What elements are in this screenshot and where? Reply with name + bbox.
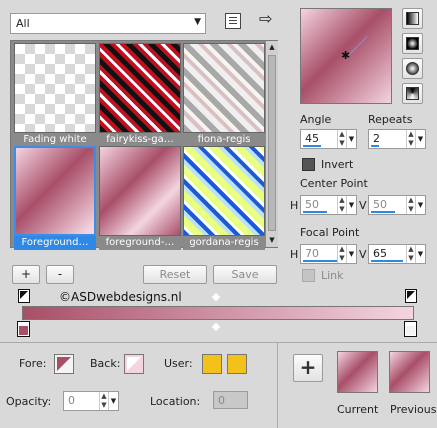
fore-color-swatch[interactable]: [54, 354, 74, 374]
gradient-thumb-fairykiss[interactable]: fairykiss-ga…: [99, 43, 181, 147]
bottom-vertical-divider: [277, 343, 278, 428]
user-color-swatch-1[interactable]: [202, 354, 222, 374]
spin-arrows-icon[interactable]: ▲ ▼: [337, 196, 346, 214]
spin-arrows-icon[interactable]: ▲ ▼: [406, 130, 415, 148]
gradient-gallery: Fading white fairykiss-ga… fiona-regis F…: [10, 40, 278, 250]
category-dropdown[interactable]: All ▼: [10, 13, 206, 34]
add-swatch-button[interactable]: +: [293, 354, 323, 382]
center-v-value: 50: [373, 198, 387, 211]
link-label: Link: [321, 269, 344, 282]
opacity-spinner[interactable]: 0 ▲ ▼ ▼: [63, 391, 119, 411]
gradient-thumb-fading-white[interactable]: Fading white: [14, 43, 96, 147]
location-input[interactable]: 0: [213, 391, 248, 409]
gradient-preview[interactable]: ✱: [300, 8, 392, 104]
opacity-value: 0: [68, 394, 75, 407]
spin-arrows-icon[interactable]: ▲ ▼: [337, 130, 346, 148]
center-point-marker-icon[interactable]: ✱: [341, 50, 350, 62]
spin-arrows-icon[interactable]: ▲ ▼: [99, 392, 108, 410]
midpoint-marker-top[interactable]: [211, 292, 221, 302]
remove-gradient-button[interactable]: -: [46, 265, 74, 284]
bottom-divider: [0, 342, 437, 343]
angle-label: Angle: [300, 113, 332, 126]
user-label: User:: [164, 357, 193, 370]
location-label: Location:: [150, 395, 201, 408]
gallery-scrollbar[interactable]: ▲ ▼: [266, 41, 278, 247]
gradient-name: gordana-regis: [183, 236, 265, 250]
transparency-stop-left-icon[interactable]: [18, 289, 30, 303]
gradient-name: fiona-regis: [183, 133, 265, 147]
center-v-spinner[interactable]: 50 ▲ ▼ ▼: [368, 195, 426, 215]
save-button[interactable]: Save: [213, 265, 277, 284]
center-h-value: 50: [305, 198, 319, 211]
spin-arrows-icon[interactable]: ▲ ▼: [337, 245, 346, 263]
scroll-thumb[interactable]: [268, 55, 276, 231]
chevron-down-icon: ▼: [194, 17, 201, 27]
linear-style-icon[interactable]: [402, 8, 423, 29]
scroll-down-icon[interactable]: ▼: [267, 235, 277, 245]
spin-arrows-icon[interactable]: ▲ ▼: [406, 196, 415, 214]
focal-v-label: V: [359, 248, 367, 261]
sunburst-style-icon[interactable]: [402, 58, 423, 79]
current-label: Current: [337, 403, 379, 416]
back-label: Back:: [90, 357, 121, 370]
focal-h-value: 70: [305, 247, 319, 260]
color-stop-foreground-icon[interactable]: [17, 321, 30, 337]
gradient-thumb-fiona[interactable]: fiona-regis: [183, 43, 265, 147]
gradient-name: Foreground…: [14, 236, 96, 250]
chevron-down-icon[interactable]: ▼: [415, 245, 425, 263]
color-stop-background-icon[interactable]: [404, 321, 417, 337]
chevron-down-icon[interactable]: ▼: [346, 245, 356, 263]
invert-label: Invert: [321, 158, 354, 171]
chevron-down-icon[interactable]: ▼: [346, 196, 356, 214]
invert-checkbox[interactable]: [302, 158, 315, 171]
gradient-thumb-gordana[interactable]: gordana-regis: [183, 146, 265, 250]
reset-button[interactable]: Reset: [143, 265, 207, 284]
export-arrow-icon[interactable]: ⇨: [259, 10, 277, 28]
focal-v-spinner[interactable]: 65 ▲ ▼ ▼: [368, 244, 426, 264]
user-color-swatch-2[interactable]: [227, 354, 247, 374]
focal-h-spinner[interactable]: 70 ▲ ▼ ▼: [300, 244, 357, 264]
repeats-spinner[interactable]: 2 ▲ ▼ ▼: [368, 129, 426, 149]
rectangular-style-icon[interactable]: [402, 33, 423, 54]
link-checkbox[interactable]: [302, 269, 315, 282]
center-h-spinner[interactable]: 50 ▲ ▼ ▼: [300, 195, 357, 215]
repeats-label: Repeats: [368, 113, 413, 126]
scroll-up-icon[interactable]: ▲: [267, 42, 277, 52]
focal-point-label: Focal Point: [300, 226, 360, 239]
focal-v-value: 65: [373, 247, 387, 260]
center-h-label: H: [290, 199, 299, 212]
add-gradient-button[interactable]: +: [12, 265, 40, 284]
location-value: 0: [218, 394, 225, 407]
gradient-thumb-foreground-2[interactable]: foreground-…: [99, 146, 181, 250]
chevron-down-icon[interactable]: ▼: [108, 392, 118, 410]
library-icon[interactable]: [225, 13, 241, 29]
gradient-thumb-foreground-selected[interactable]: Foreground…: [14, 146, 96, 250]
watermark-text: ©ASDwebdesigns.nl: [59, 290, 182, 304]
opacity-label: Opacity:: [6, 395, 52, 408]
gradient-name: fairykiss-ga…: [99, 133, 181, 147]
midpoint-marker-bottom[interactable]: [211, 322, 221, 332]
center-point-label: Center Point: [300, 177, 368, 190]
fore-label: Fore:: [19, 357, 47, 370]
chevron-down-icon[interactable]: ▼: [346, 130, 356, 148]
previous-label: Previous: [390, 403, 437, 416]
angle-value: 45: [305, 132, 319, 145]
gradient-name: Fading white: [14, 133, 96, 147]
category-value: All: [16, 17, 30, 30]
gradient-bar[interactable]: [22, 306, 414, 320]
repeats-value: 2: [373, 132, 380, 145]
focal-h-label: H: [290, 248, 299, 261]
center-v-label: V: [359, 199, 367, 212]
previous-gradient-preview[interactable]: [389, 351, 430, 393]
current-gradient-preview: [337, 351, 378, 393]
spin-arrows-icon[interactable]: ▲ ▼: [406, 245, 415, 263]
angle-spinner[interactable]: 45 ▲ ▼ ▼: [300, 129, 357, 149]
chevron-down-icon[interactable]: ▼: [415, 196, 425, 214]
gradient-name: foreground-…: [99, 236, 181, 250]
back-color-swatch[interactable]: [124, 354, 144, 374]
chevron-down-icon[interactable]: ▼: [415, 130, 425, 148]
radial-style-icon[interactable]: [402, 83, 423, 104]
transparency-stop-right-icon[interactable]: [405, 289, 417, 303]
